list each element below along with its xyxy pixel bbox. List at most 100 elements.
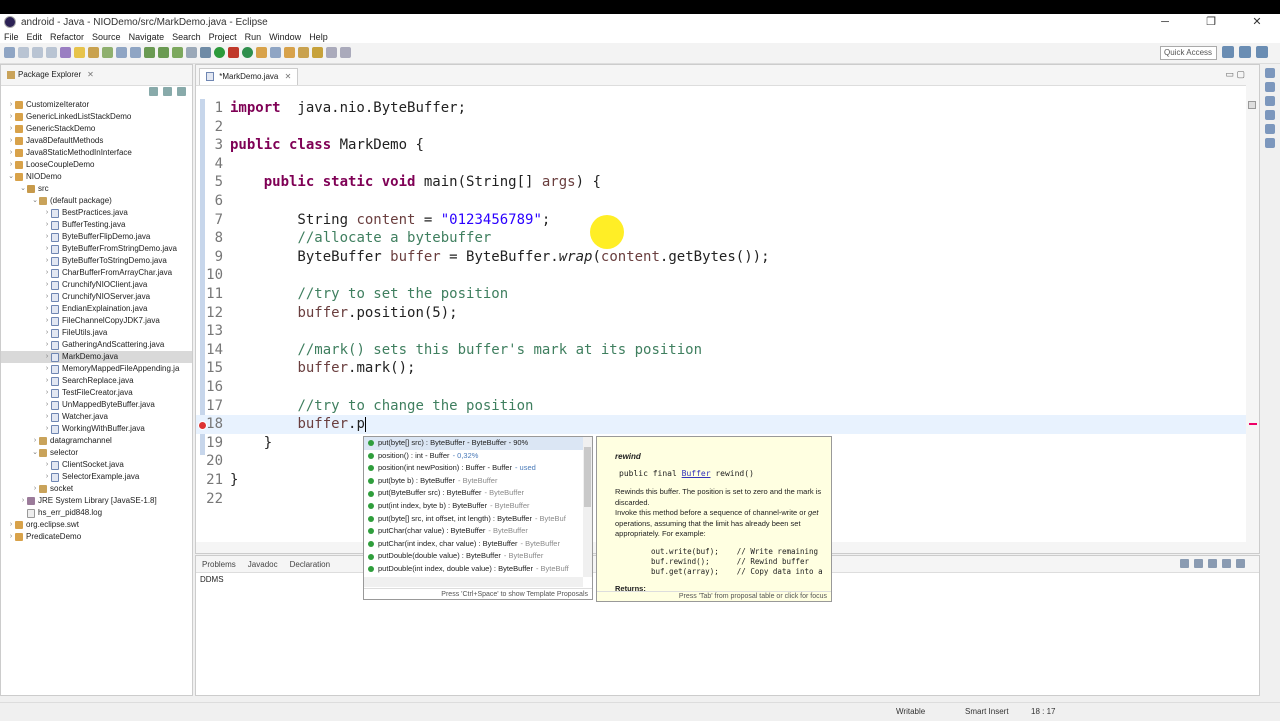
expand-toggle-icon[interactable]: › xyxy=(43,315,51,327)
expand-toggle-icon[interactable]: › xyxy=(31,435,39,447)
tree-item[interactable]: › Java8DefaultMethods xyxy=(1,135,192,147)
tree-item[interactable]: › BestPractices.java xyxy=(1,207,192,219)
proposal-item[interactable]: putChar(char value) : ByteBuffer - ByteBu… xyxy=(364,525,583,538)
code-line[interactable]: 13 xyxy=(196,322,1246,341)
expand-toggle-icon[interactable]: › xyxy=(43,219,51,231)
new-class-icon[interactable] xyxy=(270,47,281,58)
menu-edit[interactable]: Edit xyxy=(23,32,47,42)
tree-item[interactable]: ⌄ src xyxy=(1,183,192,195)
menu-search[interactable]: Search xyxy=(168,32,205,42)
save-icon[interactable] xyxy=(18,47,29,58)
debug-perspective-icon[interactable] xyxy=(1256,46,1268,58)
tree-item[interactable]: › CrunchifyNIOServer.java xyxy=(1,291,192,303)
expand-toggle-icon[interactable]: › xyxy=(43,255,51,267)
open-perspective-icon[interactable] xyxy=(1222,46,1234,58)
expand-toggle-icon[interactable]: › xyxy=(43,231,51,243)
menu-source[interactable]: Source xyxy=(88,32,125,42)
tree-item[interactable]: › GatheringAndScattering.java xyxy=(1,339,192,351)
expand-toggle-icon[interactable]: › xyxy=(43,303,51,315)
proposal-item[interactable]: putChar(int index, char value) : ByteBuf… xyxy=(364,538,583,551)
print-icon[interactable] xyxy=(46,47,57,58)
avd-manager-icon[interactable] xyxy=(158,47,169,58)
tree-item[interactable]: › CharBufferFromArrayChar.java xyxy=(1,267,192,279)
quick-access-input[interactable]: Quick Access xyxy=(1160,46,1217,60)
tree-item[interactable]: › BufferTesting.java xyxy=(1,219,192,231)
tab-problems[interactable]: Problems xyxy=(196,560,242,569)
error-marker[interactable] xyxy=(1249,423,1257,425)
tree-item[interactable]: › Watcher.java xyxy=(1,411,192,423)
close-editor-icon[interactable]: ✕ xyxy=(285,72,292,81)
proposal-item[interactable]: putDouble(int index, double value) : Byt… xyxy=(364,563,583,576)
minimize-button[interactable]: ─ xyxy=(1142,14,1188,30)
tree-item[interactable]: › socket xyxy=(1,483,192,495)
code-line[interactable]: 9 ByteBuffer buffer = ByteBuffer.wrap(co… xyxy=(196,248,1246,267)
proposal-item[interactable]: put(ByteBuffer src) : ByteBuffer - ByteBu… xyxy=(364,487,583,500)
expand-toggle-icon[interactable]: › xyxy=(43,267,51,279)
open-type-icon[interactable] xyxy=(60,47,71,58)
expand-toggle-icon[interactable]: › xyxy=(7,531,15,543)
tree-item[interactable]: › FileUtils.java xyxy=(1,327,192,339)
tree-item[interactable]: › ClientSocket.java xyxy=(1,459,192,471)
pin-icon[interactable] xyxy=(298,47,309,58)
minimize-view-icon[interactable] xyxy=(1236,559,1245,568)
code-line[interactable]: 15 buffer.mark(); xyxy=(196,359,1246,378)
tree-item[interactable]: › WorkingWithBuffer.java xyxy=(1,423,192,435)
search-view-icon[interactable] xyxy=(1265,124,1275,134)
tree-item[interactable]: › FileChannelCopyJDK7.java xyxy=(1,315,192,327)
view-menu-icon[interactable] xyxy=(177,87,186,96)
editor-tab-markdemo[interactable]: *MarkDemo.java ✕ xyxy=(199,68,299,85)
tree-item[interactable]: hs_err_pid848.log xyxy=(1,507,192,519)
proposal-item[interactable]: putDouble(double value) : ByteBuffer - By… xyxy=(364,550,583,563)
tree-item[interactable]: ⌄ NIODemo xyxy=(1,171,192,183)
expand-toggle-icon[interactable]: › xyxy=(31,483,39,495)
maximize-button[interactable]: ❐ xyxy=(1188,14,1234,30)
back-icon[interactable] xyxy=(326,47,337,58)
tree-item[interactable]: › UnMappedByteBuffer.java xyxy=(1,399,192,411)
expand-toggle-icon[interactable]: ⌄ xyxy=(31,195,39,207)
expand-toggle-icon[interactable]: › xyxy=(7,159,15,171)
expand-toggle-icon[interactable]: › xyxy=(43,411,51,423)
scroll-thumb[interactable] xyxy=(584,447,591,507)
code-line[interactable]: 1 import java.nio.ByteBuffer; xyxy=(196,99,1246,118)
run-icon[interactable] xyxy=(214,47,225,58)
expand-toggle-icon[interactable]: ⌄ xyxy=(7,171,15,183)
lint-icon[interactable] xyxy=(172,47,183,58)
tree-item[interactable]: › org.eclipse.swt xyxy=(1,519,192,531)
new-icon[interactable] xyxy=(4,47,15,58)
package-explorer-tab[interactable]: Package Explorer ✕ xyxy=(1,65,192,86)
proposal-vertical-scrollbar[interactable] xyxy=(583,437,592,577)
code-line[interactable]: 6 xyxy=(196,192,1246,211)
tree-item[interactable]: › ByteBufferFlipDemo.java xyxy=(1,231,192,243)
tree-item[interactable]: ⌄ (default package) xyxy=(1,195,192,207)
expand-toggle-icon[interactable]: › xyxy=(7,99,15,111)
outline-icon[interactable] xyxy=(1265,68,1275,78)
link-editor-icon[interactable] xyxy=(163,87,172,96)
proposal-item[interactable]: position(int newPosition) : Buffer - Buf… xyxy=(364,462,583,475)
new-java-project-icon[interactable] xyxy=(242,47,253,58)
tree-item[interactable]: › SearchReplace.java xyxy=(1,375,192,387)
open-folder-icon[interactable] xyxy=(284,47,295,58)
expand-toggle-icon[interactable]: › xyxy=(43,207,51,219)
proposal-item[interactable]: put(byte[] src) : ByteBuffer - ByteBuffe… xyxy=(364,437,583,450)
expand-toggle-icon[interactable]: › xyxy=(7,111,15,123)
expand-toggle-icon[interactable]: › xyxy=(43,423,51,435)
save-all-icon[interactable] xyxy=(32,47,43,58)
code-line[interactable]: 4 xyxy=(196,155,1246,174)
tree-item[interactable]: › ByteBufferToStringDemo.java xyxy=(1,255,192,267)
expand-toggle-icon[interactable]: › xyxy=(7,519,15,531)
tree-item[interactable]: › ByteBufferFromStringDemo.java xyxy=(1,243,192,255)
menu-project[interactable]: Project xyxy=(205,32,241,42)
tree-item[interactable]: › GenericStackDemo xyxy=(1,123,192,135)
code-line[interactable]: 8 //allocate a bytebuffer xyxy=(196,229,1246,248)
tree-item[interactable]: › SelectorExample.java xyxy=(1,471,192,483)
debug-icon[interactable] xyxy=(200,47,211,58)
expand-toggle-icon[interactable]: › xyxy=(43,459,51,471)
hierarchy-icon[interactable] xyxy=(1265,110,1275,120)
expand-toggle-icon[interactable]: › xyxy=(43,375,51,387)
doc-sig-link[interactable]: Buffer xyxy=(682,469,711,478)
javadoc-hover-popup[interactable]: rewind public final Buffer rewind() Rewi… xyxy=(596,436,832,602)
scroll-lock-icon[interactable] xyxy=(1194,559,1203,568)
expand-toggle-icon[interactable]: › xyxy=(43,387,51,399)
pin-console-icon[interactable] xyxy=(1208,559,1217,568)
search-icon[interactable] xyxy=(312,47,323,58)
